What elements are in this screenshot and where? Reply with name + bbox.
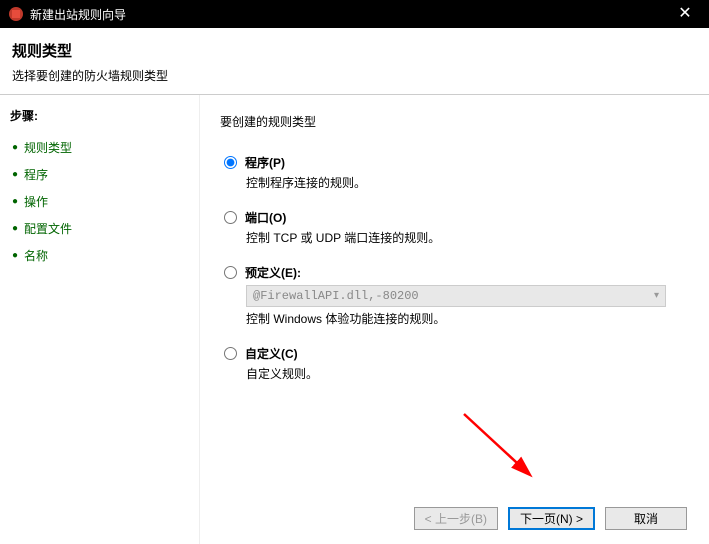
- back-button: < 上一步(B): [414, 507, 498, 530]
- option-text: 端口(O): [245, 209, 286, 226]
- step-action[interactable]: ● 操作: [10, 188, 189, 215]
- option-predefined-label[interactable]: 预定义(E):: [224, 264, 681, 281]
- option-text: 自定义(C): [245, 345, 298, 362]
- radio-predefined[interactable]: [224, 266, 237, 279]
- next-button[interactable]: 下一页(N) >: [508, 507, 595, 530]
- close-button[interactable]: ✕: [669, 0, 701, 28]
- bullet-icon: ●: [12, 223, 18, 234]
- main-prompt: 要创建的规则类型: [220, 113, 681, 130]
- wizard-header: 规则类型 选择要创建的防火墙规则类型: [0, 28, 709, 95]
- step-label: 配置文件: [24, 220, 72, 237]
- option-predefined: 预定义(E): @FirewallAPI.dll,-80200 ▾ 控制 Win…: [220, 264, 681, 327]
- option-program-label[interactable]: 程序(P): [224, 154, 681, 171]
- app-icon: [8, 6, 24, 22]
- option-predefined-desc: 控制 Windows 体验功能连接的规则。: [246, 310, 681, 327]
- option-custom-desc: 自定义规则。: [246, 365, 681, 382]
- step-profile[interactable]: ● 配置文件: [10, 215, 189, 242]
- option-program-desc: 控制程序连接的规则。: [246, 174, 681, 191]
- bullet-icon: ●: [12, 142, 18, 153]
- option-custom-label[interactable]: 自定义(C): [224, 345, 681, 362]
- radio-port[interactable]: [224, 211, 237, 224]
- step-program[interactable]: ● 程序: [10, 161, 189, 188]
- option-program: 程序(P) 控制程序连接的规则。: [220, 154, 681, 191]
- radio-program[interactable]: [224, 156, 237, 169]
- option-port-label[interactable]: 端口(O): [224, 209, 681, 226]
- bullet-icon: ●: [12, 196, 18, 207]
- page-title: 规则类型: [12, 40, 693, 61]
- step-label: 名称: [24, 247, 48, 264]
- step-label: 操作: [24, 193, 48, 210]
- page-subtitle: 选择要创建的防火墙规则类型: [12, 67, 693, 84]
- bullet-icon: ●: [12, 250, 18, 261]
- step-label: 程序: [24, 166, 48, 183]
- option-text: 程序(P): [245, 154, 285, 171]
- wizard-body: 步骤: ● 规则类型 ● 程序 ● 操作 ● 配置文件 ● 名称 要创建的规则类…: [0, 95, 709, 544]
- option-text: 预定义(E):: [245, 264, 301, 281]
- cancel-button[interactable]: 取消: [605, 507, 687, 530]
- option-port: 端口(O) 控制 TCP 或 UDP 端口连接的规则。: [220, 209, 681, 246]
- step-label: 规则类型: [24, 139, 72, 156]
- option-port-desc: 控制 TCP 或 UDP 端口连接的规则。: [246, 229, 681, 246]
- dropdown-value: @FirewallAPI.dll,-80200: [253, 289, 419, 303]
- steps-heading: 步骤:: [10, 107, 189, 124]
- option-custom: 自定义(C) 自定义规则。: [220, 345, 681, 382]
- window-title: 新建出站规则向导: [30, 6, 669, 23]
- steps-sidebar: 步骤: ● 规则类型 ● 程序 ● 操作 ● 配置文件 ● 名称: [0, 95, 200, 544]
- wizard-footer: < 上一步(B) 下一页(N) > 取消: [414, 507, 687, 530]
- title-bar: 新建出站规则向导 ✕: [0, 0, 709, 28]
- radio-custom[interactable]: [224, 347, 237, 360]
- main-panel: 要创建的规则类型 程序(P) 控制程序连接的规则。 端口(O) 控制 TCP 或…: [200, 95, 709, 544]
- annotation-arrow: [459, 409, 549, 489]
- chevron-down-icon: ▾: [654, 290, 659, 302]
- step-name[interactable]: ● 名称: [10, 242, 189, 269]
- step-rule-type[interactable]: ● 规则类型: [10, 134, 189, 161]
- predefined-dropdown: @FirewallAPI.dll,-80200 ▾: [246, 285, 666, 307]
- bullet-icon: ●: [12, 169, 18, 180]
